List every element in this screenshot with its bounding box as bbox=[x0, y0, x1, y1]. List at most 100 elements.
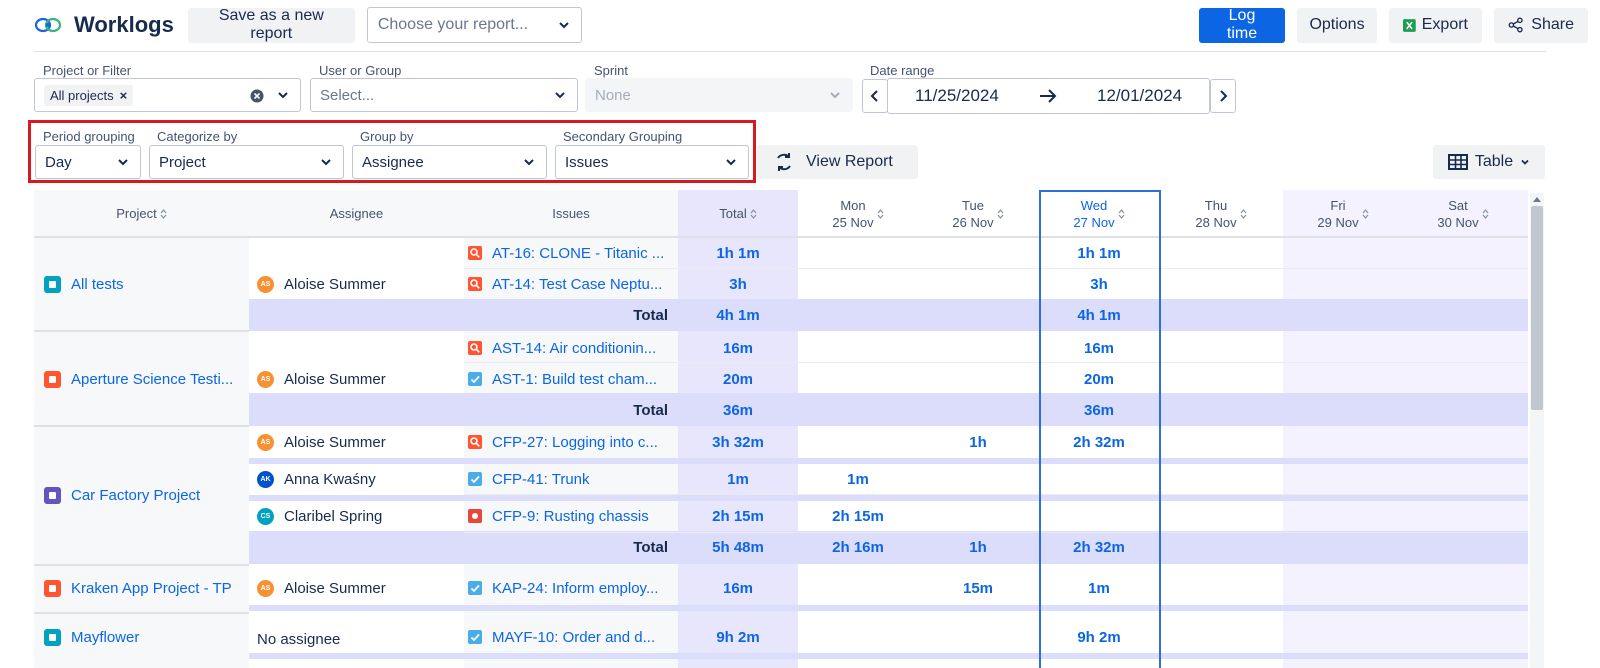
day-cell[interactable]: 9h 2m bbox=[1039, 622, 1159, 652]
column-header-day[interactable]: Fri 29 Nov bbox=[1283, 192, 1403, 236]
kraken-project-icon bbox=[44, 579, 61, 597]
project-link[interactable]: Car Factory Project bbox=[44, 480, 244, 510]
save-as-new-report-button[interactable]: Save as a new report bbox=[187, 7, 355, 43]
issue-link[interactable]: AST-1: Build test cham... bbox=[468, 364, 676, 394]
project-filter-select[interactable]: All projects × bbox=[34, 78, 301, 112]
total-cell[interactable]: 3h 32m bbox=[678, 427, 798, 457]
total-cell[interactable]: 1m bbox=[678, 464, 798, 494]
column-header-label: Issues bbox=[552, 206, 590, 221]
chip-remove-icon[interactable]: × bbox=[120, 88, 128, 103]
table-view-toggle[interactable]: Table bbox=[1433, 145, 1545, 179]
issue-link[interactable]: AST-14: Air conditionin... bbox=[468, 333, 676, 363]
issue-link[interactable]: KAP-24: Inform employ... bbox=[468, 573, 676, 603]
day-cell[interactable]: 1m bbox=[798, 464, 918, 494]
day-date: 25 Nov bbox=[832, 215, 874, 230]
sort-icon[interactable] bbox=[997, 209, 1004, 219]
issue-link[interactable]: CFP-9: Rusting chassis bbox=[468, 501, 676, 531]
user-group-select[interactable]: Select... bbox=[310, 78, 578, 112]
prev-period-button[interactable] bbox=[862, 79, 888, 113]
day-cell[interactable]: 36m bbox=[1039, 395, 1159, 425]
total-cell[interactable]: 5h 48m bbox=[678, 532, 798, 562]
share-button[interactable]: Share bbox=[1494, 7, 1588, 43]
total-cell[interactable]: 9h 2m bbox=[678, 622, 798, 652]
period-grouping-select[interactable]: Day bbox=[35, 145, 141, 179]
date-from[interactable]: 11/25/2024 bbox=[915, 86, 999, 106]
assignee-name: Aloise Summer bbox=[284, 579, 386, 597]
day-cell[interactable]: 20m bbox=[1039, 364, 1159, 394]
scroll-up-icon[interactable] bbox=[1532, 195, 1542, 203]
next-period-button[interactable] bbox=[1210, 79, 1236, 113]
column-header-project[interactable]: Project bbox=[34, 190, 249, 237]
date-range-picker[interactable]: 11/25/2024 12/01/2024 bbox=[887, 78, 1210, 114]
sort-icon[interactable] bbox=[750, 208, 757, 219]
issue-title: AT-14: Test Case Neptu... bbox=[492, 275, 663, 293]
issue-link[interactable]: AT-16: CLONE - Titanic ... bbox=[468, 238, 676, 268]
sort-icon[interactable] bbox=[160, 208, 167, 219]
science-project-icon bbox=[44, 370, 61, 388]
column-header-day[interactable]: Tue 26 Nov bbox=[918, 192, 1038, 236]
secondary-grouping-select[interactable]: Issues bbox=[555, 145, 749, 179]
day-cell[interactable]: 15m bbox=[918, 573, 1038, 603]
sprint-value: None bbox=[595, 86, 631, 104]
column-header-day[interactable]: Thu 28 Nov bbox=[1161, 192, 1281, 236]
sort-icon[interactable] bbox=[1362, 209, 1369, 219]
column-header-issues[interactable]: Issues bbox=[464, 190, 678, 237]
sort-icon[interactable] bbox=[877, 209, 884, 219]
day-header-text: Tue 26 Nov bbox=[952, 197, 993, 231]
total-cell[interactable]: 2h 15m bbox=[678, 501, 798, 531]
day-cell[interactable]: 4h 1m bbox=[1039, 300, 1159, 330]
choose-report-select[interactable]: Choose your report... bbox=[366, 7, 582, 43]
project-link[interactable]: Mayflower bbox=[44, 622, 244, 652]
issue-link[interactable]: AT-14: Test Case Neptu... bbox=[468, 269, 676, 299]
column-header-day[interactable]: Mon 25 Nov bbox=[798, 192, 918, 236]
export-button[interactable]: Export bbox=[1389, 7, 1482, 43]
top-bar: Worklogs Save as a new report Choose you… bbox=[34, 7, 1588, 43]
total-cell[interactable]: 1h 1m bbox=[678, 238, 798, 268]
day-cell[interactable]: 1m bbox=[1039, 573, 1159, 603]
day-cell[interactable]: 1h 1m bbox=[1039, 238, 1159, 268]
issue-link[interactable]: MAYF-10: Order and d... bbox=[468, 622, 676, 652]
clear-icon[interactable] bbox=[250, 89, 264, 103]
issue-link[interactable]: CFP-41: Trunk bbox=[468, 464, 676, 494]
total-cell[interactable]: 16m bbox=[678, 573, 798, 603]
day-cell[interactable]: 2h 32m bbox=[1039, 532, 1159, 562]
day-header-text: Thu 28 Nov bbox=[1195, 197, 1236, 231]
day-cell[interactable]: 2h 15m bbox=[798, 501, 918, 531]
date-to[interactable]: 12/01/2024 bbox=[1097, 86, 1182, 106]
test-issue-icon bbox=[468, 277, 482, 291]
table-icon bbox=[1447, 154, 1468, 170]
group-by-select[interactable]: Assignee bbox=[352, 145, 547, 179]
categorize-by-select[interactable]: Project bbox=[149, 145, 344, 179]
total-cell[interactable]: 16m bbox=[678, 333, 798, 363]
project-link[interactable]: Aperture Science Testi... bbox=[44, 364, 244, 394]
day-cell[interactable]: 2h 16m bbox=[798, 532, 918, 562]
total-cell[interactable]: 20m bbox=[678, 364, 798, 394]
day-cell[interactable]: 16m bbox=[1039, 333, 1159, 363]
test-issue-icon bbox=[468, 341, 482, 355]
group-divider bbox=[34, 612, 249, 614]
project-link[interactable]: All tests bbox=[44, 269, 244, 299]
sort-icon[interactable] bbox=[1240, 209, 1247, 219]
total-cell[interactable]: 3h bbox=[678, 269, 798, 299]
column-header-day[interactable]: Sat 30 Nov bbox=[1403, 192, 1523, 236]
share-label: Share bbox=[1531, 16, 1574, 33]
day-cell[interactable]: 3h bbox=[1039, 269, 1159, 299]
day-cell[interactable]: 1h bbox=[918, 532, 1038, 562]
log-time-button[interactable]: Log time bbox=[1199, 7, 1285, 43]
factory-project-icon bbox=[44, 486, 61, 504]
day-cell[interactable]: 1h bbox=[918, 427, 1038, 457]
sort-icon[interactable] bbox=[1482, 209, 1489, 219]
chevron-down-icon bbox=[278, 92, 288, 99]
issue-link[interactable]: CFP-27: Logging into c... bbox=[468, 427, 676, 457]
total-cell[interactable]: 36m bbox=[678, 395, 798, 425]
view-report-button[interactable]: View Report bbox=[757, 145, 918, 179]
day-cell[interactable]: 2h 32m bbox=[1039, 427, 1159, 457]
project-link[interactable]: Kraken App Project - TP bbox=[44, 573, 244, 603]
table-scrollbar-thumb[interactable] bbox=[1531, 206, 1543, 410]
options-button[interactable]: Options bbox=[1297, 7, 1377, 43]
group-divider bbox=[34, 330, 249, 332]
column-header-total[interactable]: Total bbox=[678, 190, 798, 237]
total-cell[interactable]: 4h 1m bbox=[678, 300, 798, 330]
column-header-assignee[interactable]: Assignee bbox=[249, 190, 464, 237]
avatar: AS bbox=[257, 370, 274, 388]
